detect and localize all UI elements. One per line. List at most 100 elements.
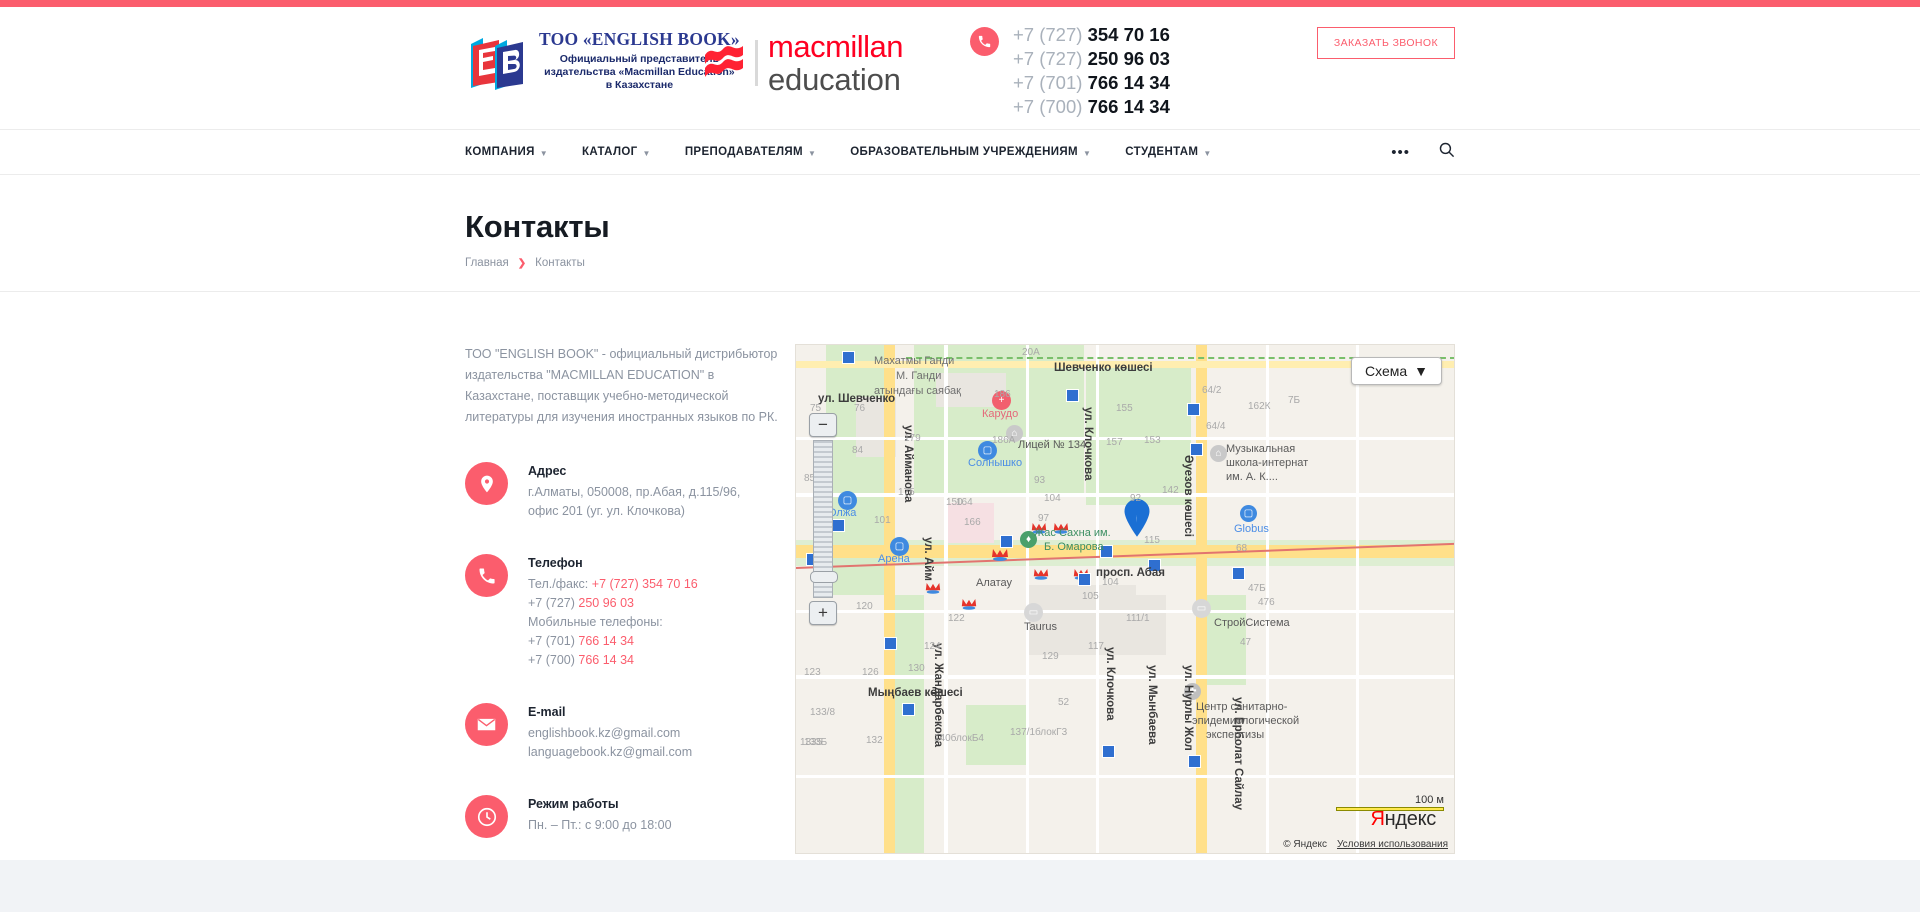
poi-education-icon[interactable]: ⌂ xyxy=(1210,445,1227,462)
main-content: ТОО "ENGLISH BOOK" - официальный дистриб… xyxy=(465,292,1455,871)
map-building-number: 186А xyxy=(992,435,1016,446)
transit-stop-icon[interactable] xyxy=(842,351,855,364)
map-building-number: 101 xyxy=(874,515,891,526)
contact-column: ТОО "ENGLISH BOOK" - официальный дистриб… xyxy=(465,344,785,871)
phone-code: +7 (700) xyxy=(1013,96,1083,117)
zoom-out-button[interactable]: − xyxy=(809,413,837,437)
site-logo[interactable]: ТОО «ENGLISH BOOK» Официальный представи… xyxy=(465,29,740,92)
search-icon[interactable] xyxy=(1438,141,1455,163)
map-park-label: М. Ганди xyxy=(896,370,942,382)
phone-line[interactable]: +7 (700) 766 14 34 xyxy=(1013,95,1170,119)
email-address-2[interactable]: languagebook.kz@gmail.com xyxy=(528,743,692,762)
map-type-button[interactable]: Схема ▼ xyxy=(1350,357,1442,385)
zoom-slider-thumb[interactable] xyxy=(810,571,838,583)
map-building-number: 155 xyxy=(1116,403,1133,414)
nav-item-catalog[interactable]: КАТАЛОГ ▼ xyxy=(582,146,651,158)
map-building-number: 150 xyxy=(946,497,963,508)
map-building-number: 175 xyxy=(898,487,915,498)
company-intro-text: ТОО "ENGLISH BOOK" - официальный дистриб… xyxy=(465,347,778,424)
phone-line[interactable]: +7 (727) 250 96 03 xyxy=(1013,47,1170,71)
map-street-label: Шевченко көшесі xyxy=(1054,362,1153,374)
nav-label: КАТАЛОГ xyxy=(582,146,638,158)
mobile-phone-line[interactable]: +7 (701) 766 14 34 xyxy=(528,632,698,651)
transit-stop-icon[interactable] xyxy=(884,637,897,650)
breadcrumb-home-link[interactable]: Главная xyxy=(465,257,509,269)
phone-code: +7 (727) xyxy=(1013,48,1083,69)
transit-stop-icon[interactable] xyxy=(1188,755,1201,768)
yandex-logo[interactable]: Яндекс xyxy=(1370,808,1437,831)
metro-station-icon[interactable] xyxy=(990,547,1008,561)
map-building-number: 123 xyxy=(804,667,821,678)
phone-line[interactable]: +7 (727) 354 70 16 xyxy=(1013,23,1170,47)
hours-title: Режим работы xyxy=(528,797,619,811)
phone-line[interactable]: +7 (701) 766 14 34 xyxy=(1013,71,1170,95)
transit-stop-icon[interactable] xyxy=(1232,567,1245,580)
map-building xyxy=(1096,595,1166,655)
map-building-number: 117 xyxy=(1088,641,1104,652)
breadcrumb-current: Контакты xyxy=(535,257,585,269)
transit-stop-icon[interactable] xyxy=(1187,403,1200,416)
macmillan-word-1: macmillan xyxy=(768,29,904,64)
request-callback-button[interactable]: ЗАКАЗАТЬ ЗВОНОК xyxy=(1316,27,1455,59)
phone-number-list: +7 (727) 354 70 16 +7 (727) 250 96 03 +7… xyxy=(1013,23,1170,119)
macmillan-logo[interactable]: macmillan education xyxy=(703,29,904,97)
fax-number[interactable]: +7 (727) 354 70 16 xyxy=(592,577,698,591)
map-poi-label: Taurus xyxy=(1024,621,1058,633)
map-poi-label: Б. Омарова xyxy=(1044,541,1104,553)
breadcrumb: Главная ❯ Контакты xyxy=(465,257,1455,269)
map-park xyxy=(1086,365,1191,505)
email-address-1[interactable]: englishbook.kz@gmail.com xyxy=(528,724,692,743)
map-building-number: 104 xyxy=(1044,493,1061,504)
map-poi-label: школа-интернат xyxy=(1226,457,1309,469)
map-zoom-control[interactable]: − + xyxy=(809,413,838,625)
nav-item-company[interactable]: КОМПАНИЯ ▼ xyxy=(465,146,548,158)
poi-bank-icon[interactable]: ▭ xyxy=(1024,603,1043,622)
transit-stop-icon[interactable] xyxy=(1066,389,1079,402)
map-building-number: 47Б xyxy=(1248,583,1266,594)
poi-shop-icon[interactable]: ▢ xyxy=(1240,505,1257,522)
nav-label: ПРЕПОДАВАТЕЛЯМ xyxy=(684,146,803,158)
map-street-label: Әуезов көшесі xyxy=(1182,455,1194,537)
transit-stop-icon[interactable] xyxy=(1000,535,1013,548)
yandex-map[interactable]: + ▢ ▢ ▢ ⌂ ⌂ ▢ ♦ ▭ ▭ ✚ ул. Шевченко Шевче… xyxy=(795,344,1455,854)
contact-info-list: Адрес г.Алматы, 050008, пр.Абая, д.115/9… xyxy=(465,462,785,838)
map-building-number: 93 xyxy=(1034,475,1046,486)
map-street-label: ул. Нурлы Жол xyxy=(1182,665,1194,751)
map-street-label: ул. Ерболат Сайлау xyxy=(1232,697,1244,811)
macmillan-word-2: education xyxy=(768,62,901,97)
map-building-number: 52 xyxy=(1058,697,1070,708)
nav-item-teachers[interactable]: ПРЕПОДАВАТЕЛЯМ ▼ xyxy=(685,146,816,158)
yandex-logo-first-letter: Я xyxy=(1370,808,1385,830)
hours-text: Пн. – Пт.: с 9:00 до 18:00 xyxy=(528,818,672,832)
phone-code: +7 (700) xyxy=(528,653,575,667)
phone-second-line[interactable]: +7 (727) 250 96 03 xyxy=(528,594,698,613)
nav-item-students[interactable]: СТУДЕНТАМ ▼ xyxy=(1125,146,1211,158)
chevron-down-icon: ▼ xyxy=(807,148,817,158)
zoom-in-button[interactable]: + xyxy=(809,601,837,625)
map-credits: © Яндекс Условия использования xyxy=(1283,839,1448,850)
zoom-slider-track[interactable] xyxy=(810,440,838,598)
transit-stop-icon[interactable] xyxy=(902,703,915,716)
map-building-number: 124 xyxy=(924,641,941,652)
contact-block-hours: Режим работы Пн. – Пт.: с 9:00 до 18:00 xyxy=(465,795,785,838)
map-terms-link[interactable]: Условия использования xyxy=(1337,839,1448,850)
more-menu-icon[interactable]: ••• xyxy=(1391,145,1410,160)
phone-code: +7 (727) xyxy=(528,596,575,610)
mobile-phone-line[interactable]: +7 (700) 766 14 34 xyxy=(528,651,698,670)
poi-bank-icon[interactable]: ▭ xyxy=(1192,599,1211,618)
map-canvas[interactable]: + ▢ ▢ ▢ ⌂ ⌂ ▢ ♦ ▭ ▭ ✚ xyxy=(796,345,1454,853)
phone-number: 766 14 34 xyxy=(578,634,634,648)
transit-stop-icon[interactable] xyxy=(1078,573,1091,586)
nav-item-institutions[interactable]: ОБРАЗОВАТЕЛЬНЫМ УЧРЕЖДЕНИЯМ ▼ xyxy=(850,146,1091,158)
metro-station-icon[interactable] xyxy=(960,597,977,610)
metro-station-icon[interactable] xyxy=(924,581,941,594)
map-pin-icon xyxy=(465,462,508,505)
map-poi-label: Жас Сахна им. xyxy=(1034,527,1111,539)
map-park-label: Махатмы Ганди xyxy=(874,355,955,367)
metro-station-icon[interactable] xyxy=(1032,567,1049,580)
map-poi-label: Арена xyxy=(878,553,910,565)
map-building-number: 120 xyxy=(856,601,873,612)
phone-number: 766 14 34 xyxy=(1087,72,1170,93)
nav-label: КОМПАНИЯ xyxy=(465,146,535,158)
transit-stop-icon[interactable] xyxy=(1102,745,1115,758)
